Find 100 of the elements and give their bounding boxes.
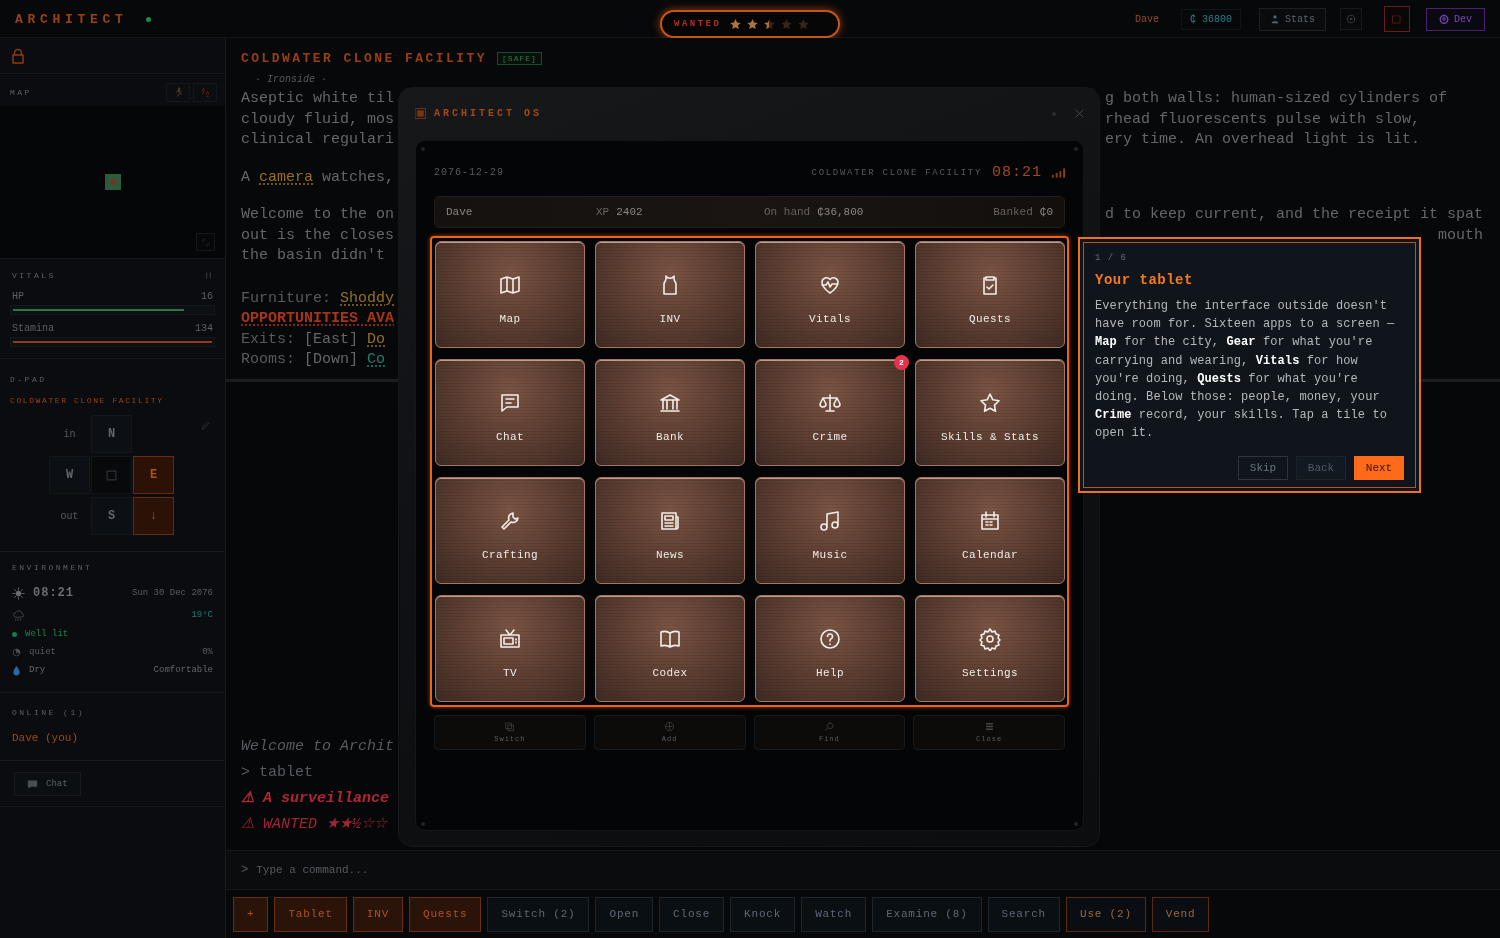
action-button[interactable]: Switch (2) bbox=[487, 896, 590, 932]
app-tile[interactable]: Chat bbox=[435, 358, 585, 466]
detail-text: Exits: [East] Do bbox=[241, 330, 386, 348]
action-button[interactable]: Use (2) bbox=[1066, 896, 1146, 932]
meter-value: 16 bbox=[201, 290, 213, 304]
comfort-text: Comfortable bbox=[153, 665, 213, 675]
overlapping-squares-icon bbox=[504, 721, 516, 733]
circle-plus-icon bbox=[664, 721, 676, 733]
description-text: d to keep current, and the receipt it spat bbox=[1105, 206, 1484, 223]
action-button[interactable]: + bbox=[233, 896, 269, 932]
description-text: mouth bbox=[1438, 226, 1483, 244]
location-label: COLDWATER CLONE FACILITY bbox=[10, 395, 165, 407]
app-tile[interactable]: INV bbox=[595, 240, 745, 348]
current-room-marker-icon bbox=[104, 174, 121, 190]
pie-chart-icon bbox=[12, 647, 21, 657]
stat-label: On hand bbox=[764, 205, 811, 218]
app-tile[interactable]: Settings bbox=[915, 594, 1065, 702]
meter-label: HP bbox=[12, 290, 24, 304]
action-button[interactable]: Quests bbox=[409, 896, 482, 932]
dev-button[interactable]: Dev bbox=[1426, 7, 1485, 31]
app-tile[interactable]: Help bbox=[755, 594, 905, 702]
direction-button[interactable]: N bbox=[91, 415, 132, 453]
app-tile[interactable]: Skills & Stats bbox=[915, 358, 1065, 466]
menu-icon bbox=[983, 721, 995, 733]
tour-nav-button[interactable]: Next bbox=[1354, 455, 1404, 480]
room-link[interactable]: Do bbox=[367, 330, 386, 348]
app-tile[interactable]: Map bbox=[435, 240, 585, 348]
tour-title: Your tablet bbox=[1095, 271, 1194, 290]
description-text: rhead fluorescents pulse with slow, bbox=[1105, 110, 1421, 128]
log-entry: ⚠ A surveillance bbox=[241, 789, 390, 809]
footprints-button[interactable] bbox=[193, 82, 217, 102]
direction-button[interactable]: out bbox=[49, 497, 90, 535]
action-button[interactable]: Watch bbox=[801, 896, 867, 932]
command-input[interactable]: Type a command... bbox=[256, 860, 557, 880]
action-button[interactable]: Search bbox=[987, 896, 1060, 932]
player-name[interactable]: Dave (you) bbox=[12, 730, 213, 746]
action-button[interactable]: Close bbox=[659, 896, 725, 932]
time-text: 08:21 bbox=[33, 586, 74, 600]
direction-button[interactable]: in bbox=[49, 415, 90, 453]
opportunities-link[interactable]: OPPORTUNITIES AVA bbox=[241, 310, 395, 327]
tv-icon bbox=[498, 626, 522, 651]
chat-button[interactable]: Chat bbox=[14, 772, 81, 796]
tour-nav-button[interactable]: Skip bbox=[1238, 455, 1288, 480]
lock-icon[interactable] bbox=[10, 47, 26, 64]
star-icon bbox=[763, 17, 777, 31]
noise-text: quiet bbox=[29, 647, 56, 657]
place-link[interactable]: Co bbox=[367, 351, 386, 368]
map-canvas[interactable] bbox=[0, 106, 225, 258]
app-tile[interactable]: Bank bbox=[595, 358, 745, 466]
room-link[interactable]: camera bbox=[259, 168, 314, 186]
screw-icon bbox=[421, 822, 425, 826]
room-link[interactable]: Shoddy bbox=[340, 289, 395, 307]
action-button[interactable]: INV bbox=[352, 896, 404, 932]
action-button[interactable]: Knock bbox=[730, 896, 796, 932]
app-tile[interactable]: TV bbox=[435, 594, 585, 702]
stat-value: ₵36,800 bbox=[817, 205, 864, 218]
speech-bubble-icon bbox=[27, 778, 38, 790]
player-name: Dave bbox=[1134, 13, 1159, 25]
detail-text: Furniture: Shoddy bbox=[241, 289, 395, 307]
app-tile[interactable]: Crafting bbox=[435, 476, 585, 584]
close-button[interactable] bbox=[1074, 108, 1085, 120]
wanted-label: WANTED bbox=[674, 19, 722, 29]
app-tile[interactable]: Calendar bbox=[915, 476, 1065, 584]
direction-button[interactable]: W bbox=[49, 456, 90, 494]
action-button[interactable]: Open bbox=[595, 896, 654, 932]
square-button[interactable] bbox=[1384, 6, 1410, 32]
date-text: Sun 30 Dec 2076 bbox=[132, 588, 213, 598]
star-icon bbox=[978, 390, 1002, 415]
app-tile[interactable]: News bbox=[595, 476, 745, 584]
pause-icon[interactable] bbox=[204, 270, 213, 280]
app-tile[interactable]: Quests bbox=[915, 240, 1065, 348]
description-text: cloudy fluid, mos bbox=[241, 110, 395, 128]
direction-button[interactable]: E bbox=[133, 456, 174, 494]
circle-button[interactable] bbox=[1340, 8, 1362, 30]
runner-button[interactable] bbox=[166, 82, 190, 102]
app-tile[interactable]: Music bbox=[755, 476, 905, 584]
detail-text: Rooms: [Down] Co bbox=[241, 351, 386, 368]
room-title: COLDWATER CLONE FACILITY bbox=[241, 50, 488, 66]
stat-label: Banked bbox=[993, 205, 1033, 218]
direction-button[interactable]: S bbox=[91, 497, 132, 535]
action-button[interactable]: Tablet bbox=[274, 896, 347, 932]
app-tile[interactable]: Vitals bbox=[755, 240, 905, 348]
nested-square-icon bbox=[415, 108, 426, 120]
description-text: the basin didn't bbox=[241, 247, 386, 264]
app-tile[interactable]: Codex bbox=[595, 594, 745, 702]
water-drop-icon bbox=[12, 664, 21, 676]
description-text: Aseptic white til bbox=[241, 90, 395, 107]
expand-button[interactable] bbox=[196, 233, 215, 251]
action-button[interactable]: Vend bbox=[1151, 896, 1210, 932]
profile-name: Dave bbox=[446, 205, 474, 218]
stats-button[interactable]: Stats bbox=[1258, 7, 1326, 31]
noise-level-text: 0% bbox=[202, 647, 213, 657]
square-icon bbox=[1392, 14, 1402, 24]
action-button[interactable]: Examine (8) bbox=[872, 896, 982, 932]
direction-button[interactable]: ↓ bbox=[133, 497, 174, 535]
status-dot-icon bbox=[12, 631, 17, 637]
center-button[interactable] bbox=[91, 456, 132, 494]
pencil-icon[interactable] bbox=[200, 420, 211, 431]
cloud-rain-icon bbox=[12, 608, 25, 622]
log-entry: > tablet bbox=[241, 763, 313, 783]
